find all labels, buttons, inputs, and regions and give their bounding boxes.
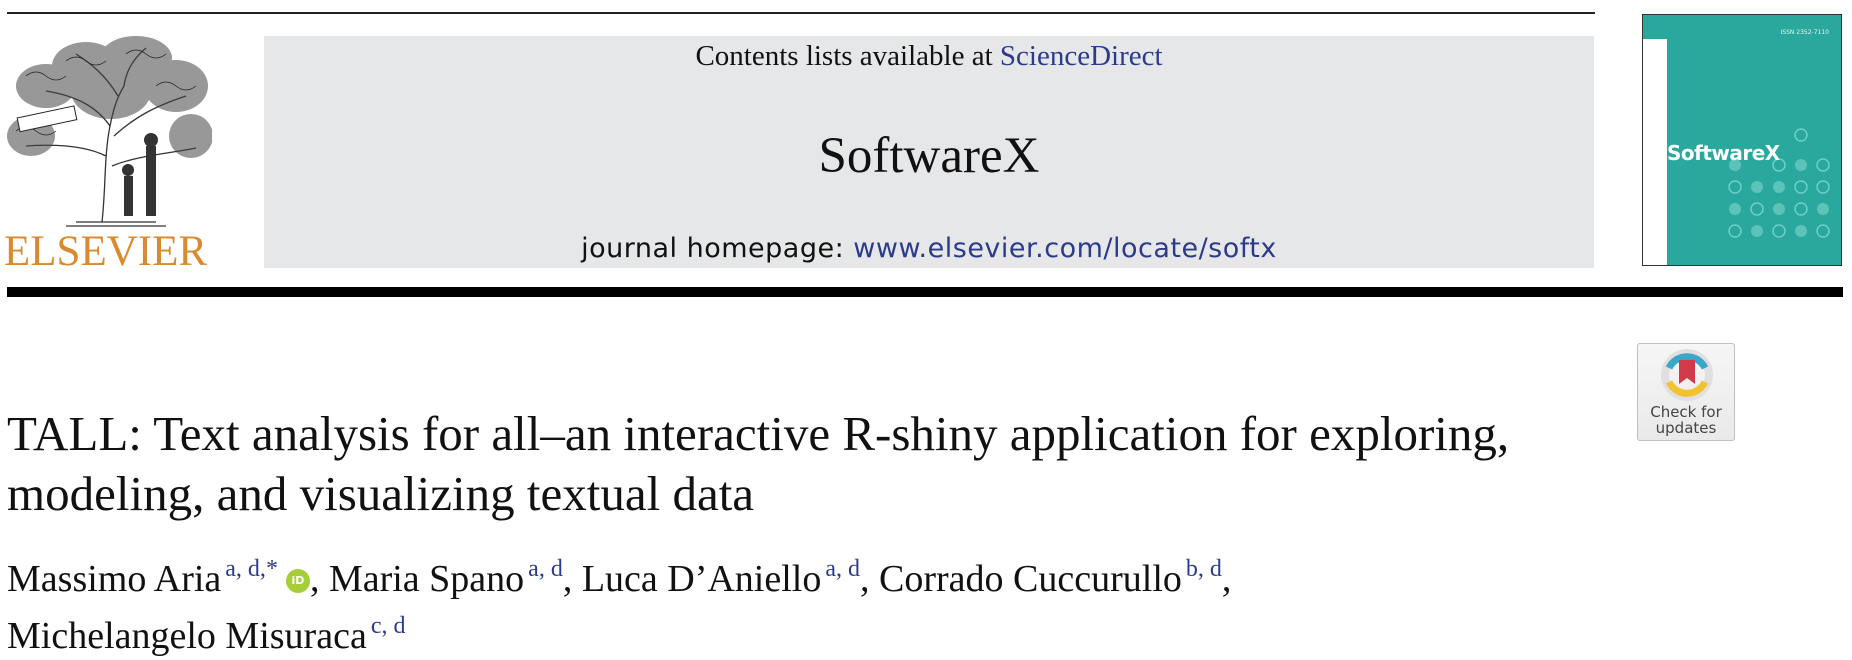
journal-masthead: Contents lists available at ScienceDirec…: [264, 36, 1594, 268]
top-rule: [7, 12, 1595, 14]
author-line-2: Michelangelo Misuraca c, d: [7, 603, 1617, 660]
elsevier-wordmark: ELSEVIER: [4, 228, 208, 275]
elsevier-tree-icon: [7, 36, 212, 227]
check-for-updates-label: Check for updates: [1650, 403, 1722, 437]
article-title-line-2: modeling, and visualizing textual data: [7, 466, 755, 521]
article-title: TALL: Text analysis for all–an interacti…: [7, 404, 1617, 524]
cover-title: SoftwareX: [1667, 141, 1780, 165]
affiliation-marker[interactable]: a, d: [528, 556, 563, 582]
journal-cover[interactable]: ISSN 2352-7110 SoftwareX: [1642, 14, 1842, 266]
orcid-icon[interactable]: iD: [285, 569, 310, 593]
elsevier-logo[interactable]: ELSEVIER: [4, 36, 214, 274]
homepage-line: journal homepage: www.elsevier.com/locat…: [264, 232, 1594, 266]
article-title-line-1: TALL: Text analysis for all–an interacti…: [7, 406, 1510, 461]
author-name[interactable]: Corrado Cuccurullo: [879, 558, 1182, 600]
cover-issn: ISSN 2352-7110: [1780, 29, 1830, 36]
author-list: Massimo Aria a, d,* iD, Maria Spano a, d, L…: [7, 546, 1617, 660]
contents-prefix: Contents lists available at: [695, 40, 1000, 72]
author-line-1: Massimo Aria a, d,* iD, Maria Spano a, d, L…: [7, 556, 1232, 600]
affiliation-marker[interactable]: c, d: [371, 613, 406, 639]
sciencedirect-link[interactable]: ScienceDirect: [1000, 40, 1163, 72]
affiliation-marker[interactable]: b, d: [1186, 556, 1222, 582]
author-name[interactable]: Maria Spano: [329, 558, 524, 600]
author-name[interactable]: Luca D’Aniello: [582, 558, 822, 600]
homepage-prefix: journal homepage:: [581, 233, 854, 264]
cover-strip: [1643, 15, 1667, 265]
journal-homepage-link[interactable]: www.elsevier.com/locate/softx: [853, 233, 1277, 264]
affiliation-marker[interactable]: a, d: [825, 556, 860, 582]
crossmark-icon: [1661, 349, 1713, 401]
author-name[interactable]: Michelangelo Misuraca: [7, 615, 367, 657]
check-for-updates-button[interactable]: Check for updates: [1637, 343, 1735, 441]
journal-title[interactable]: SoftwareX: [264, 126, 1594, 186]
affiliation-marker[interactable]: a, d,*: [225, 556, 278, 582]
contents-line: Contents lists available at ScienceDirec…: [264, 38, 1594, 74]
header-bottom-rule: [7, 287, 1843, 297]
author-name[interactable]: Massimo Aria: [7, 558, 221, 600]
